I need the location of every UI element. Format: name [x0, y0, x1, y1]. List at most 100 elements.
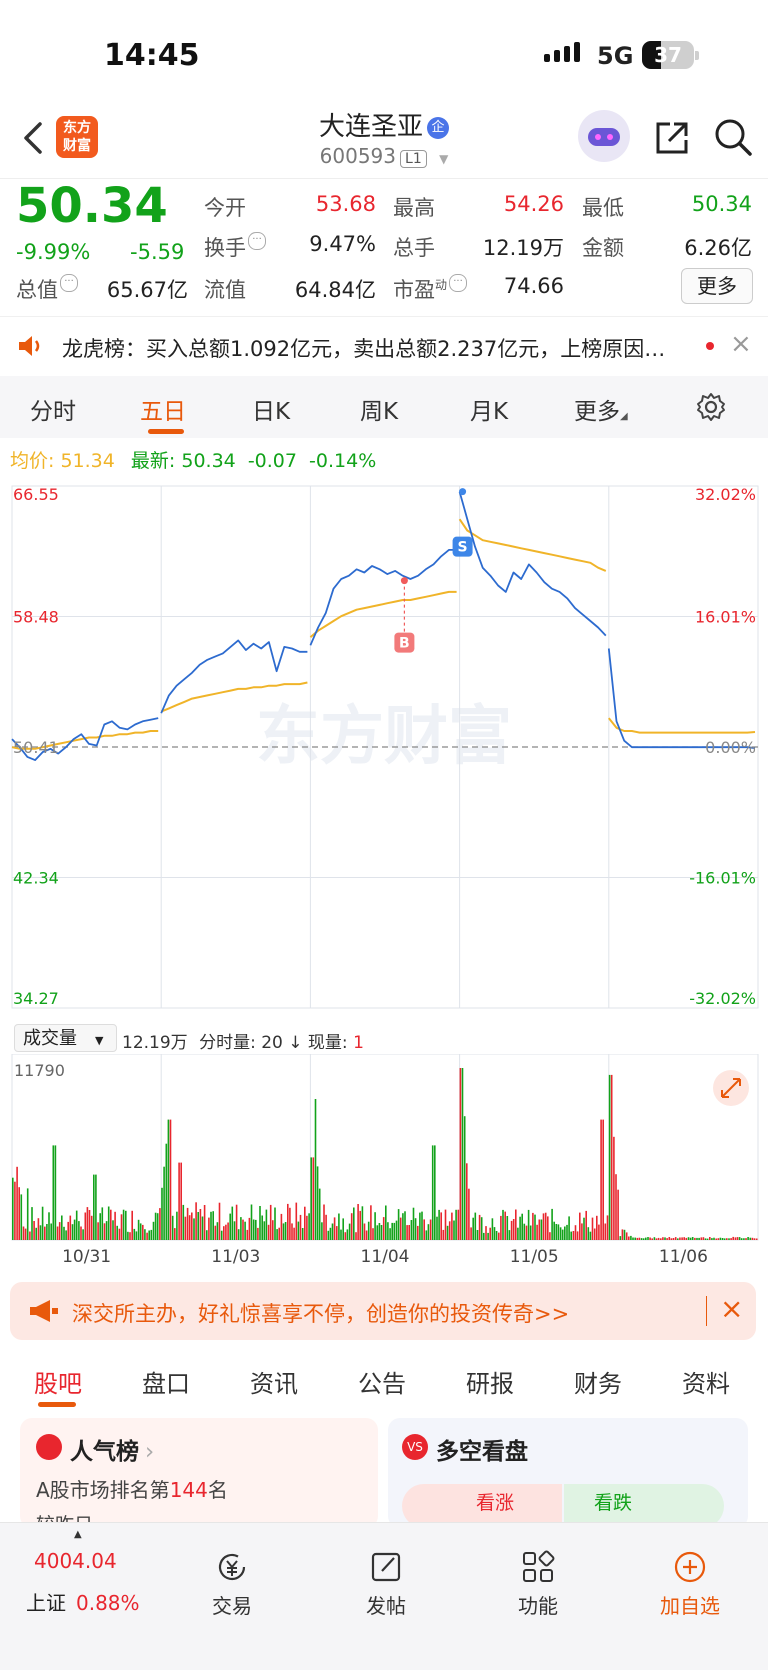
- volume-bar: [69, 1215, 72, 1240]
- volume-bars: [12, 1068, 758, 1240]
- volume-bar: [142, 1224, 144, 1240]
- volume-bar: [331, 1223, 334, 1240]
- volume-bar: [691, 1237, 694, 1240]
- volume-bar: [576, 1231, 579, 1240]
- y-left-tick-label: 66.55: [13, 485, 59, 504]
- volume-bar: [461, 1068, 464, 1240]
- nav-post[interactable]: 发帖: [326, 1549, 446, 1619]
- nav-functions[interactable]: 功能: [478, 1549, 598, 1619]
- volume-bar: [414, 1218, 417, 1240]
- tab-intraday[interactable]: 分时: [30, 392, 76, 426]
- volume-bar: [474, 1212, 477, 1240]
- volume-bar: [642, 1238, 645, 1240]
- volume-bar: [709, 1237, 711, 1240]
- volume-bar: [645, 1237, 647, 1240]
- volume-bar: [402, 1213, 404, 1240]
- volume-bar: [483, 1232, 485, 1240]
- volume-bar: [227, 1222, 229, 1240]
- volume-selector[interactable]: 成交量 ▼: [14, 1024, 117, 1052]
- volume-bar: [519, 1216, 521, 1240]
- volume-bar: [549, 1232, 551, 1240]
- expand-icon[interactable]: [713, 1070, 749, 1106]
- tab-monthly-k[interactable]: 月K: [470, 392, 508, 426]
- settings-gear-icon[interactable]: [696, 392, 726, 426]
- volume-bar: [427, 1224, 430, 1240]
- volume-bar: [252, 1219, 255, 1240]
- volume-bar: [417, 1225, 419, 1240]
- volume-bar: [755, 1238, 758, 1240]
- volume-bar: [485, 1226, 487, 1240]
- volume-bar: [425, 1230, 428, 1240]
- volume-bar: [583, 1217, 585, 1240]
- volume-bar: [80, 1226, 82, 1240]
- volume-chart[interactable]: 11790 10/31 11/03 11/04 11/05 11/06: [0, 1054, 768, 1270]
- share-icon[interactable]: [652, 118, 692, 158]
- index-value[interactable]: 4004.04: [34, 1549, 117, 1573]
- volume-bar: [593, 1228, 596, 1240]
- info-icon: ···: [248, 232, 266, 250]
- more-button[interactable]: 更多: [681, 268, 753, 304]
- dragon-tiger-notice[interactable]: 龙虎榜：买入总额1.092亿元，卖出总额2.237亿元，上榜原因：日跌幅偏离值达…: [0, 316, 768, 377]
- tab-news[interactable]: 资讯: [250, 1364, 298, 1399]
- tab-weekly-k[interactable]: 周K: [360, 392, 398, 426]
- tab-five-day[interactable]: 五日: [140, 392, 186, 426]
- volume-bar: [24, 1228, 27, 1240]
- volume-bar: [118, 1228, 121, 1240]
- tab-pankou[interactable]: 盘口: [142, 1364, 190, 1399]
- avg-series-day-3: [309, 590, 457, 638]
- search-icon[interactable]: [712, 116, 754, 158]
- volume-bar: [408, 1225, 410, 1240]
- assistant-robot-icon[interactable]: [578, 110, 630, 162]
- volume-bar: [602, 1119, 604, 1240]
- tab-finance[interactable]: 财务: [574, 1364, 622, 1399]
- volume-bar: [621, 1229, 624, 1240]
- volume-bar: [353, 1207, 355, 1240]
- volume-bar: [385, 1205, 387, 1240]
- current-price: 50.34: [16, 178, 168, 234]
- volume-bar: [144, 1229, 146, 1240]
- popularity-card[interactable]: 人气榜› A股市场排名第144名 较昨日: [20, 1418, 378, 1536]
- bottom-nav: ▲ 4004.04 上证 0.88% 交易 发帖 功能 加自选: [0, 1522, 768, 1670]
- volume-bar: [529, 1225, 532, 1240]
- x-axis-date-label: 11/06: [659, 1247, 708, 1267]
- volume-bar: [410, 1220, 413, 1240]
- volume-bar: [615, 1174, 617, 1240]
- volume-bar: [78, 1221, 80, 1240]
- five-day-price-chart[interactable]: 东方财富 BS 66.55 32.02%58.48 16.01%50.41 0.00%…: [0, 476, 768, 1026]
- turnover-label[interactable]: 换手 ···: [204, 232, 266, 262]
- change-amount: -5.59: [130, 240, 185, 264]
- volume-bar: [191, 1212, 193, 1240]
- volume-bar: [723, 1238, 726, 1240]
- volume-bar: [56, 1226, 59, 1240]
- volume-bar: [363, 1223, 366, 1240]
- promo-banner[interactable]: 深交所主办，好礼惊喜享不停，创造你的投资传奇>> ×: [10, 1282, 756, 1340]
- tab-daily-k[interactable]: 日K: [252, 392, 290, 426]
- volume-bar: [581, 1223, 583, 1240]
- nav-trade[interactable]: 交易: [172, 1549, 292, 1619]
- popularity-rank: A股市场排名第144名: [36, 1474, 228, 1503]
- volume-bar: [380, 1225, 383, 1240]
- volume-bar: [101, 1207, 104, 1240]
- tab-more[interactable]: 更多◢: [574, 392, 628, 426]
- tab-research[interactable]: 研报: [466, 1364, 514, 1399]
- pe-label[interactable]: 市盈动 ···: [393, 274, 468, 304]
- volume-bar: [295, 1202, 298, 1240]
- index-row[interactable]: 上证 0.88%: [26, 1587, 140, 1616]
- volume-bar: [340, 1229, 342, 1240]
- mktcap-label[interactable]: 总值 ···: [16, 274, 78, 304]
- tab-profile[interactable]: 资料: [682, 1364, 730, 1399]
- volume-bar: [632, 1237, 634, 1240]
- volume-bar: [321, 1222, 323, 1240]
- volume-bar: [220, 1230, 223, 1240]
- volume-bar: [312, 1157, 315, 1240]
- volume-bar: [559, 1227, 562, 1240]
- tab-guba[interactable]: 股吧: [34, 1364, 82, 1399]
- nav-add-watchlist[interactable]: 加自选: [630, 1549, 750, 1619]
- close-icon[interactable]: ×: [720, 1292, 743, 1325]
- close-icon[interactable]: ×: [730, 329, 752, 359]
- tab-announcements[interactable]: 公告: [358, 1364, 406, 1399]
- bearish-label: 看跌: [594, 1492, 633, 1514]
- volume-bar: [378, 1223, 381, 1240]
- bull-bear-card[interactable]: VS 多空看盘 看涨 看跌: [388, 1418, 748, 1528]
- volume-bar: [133, 1228, 136, 1240]
